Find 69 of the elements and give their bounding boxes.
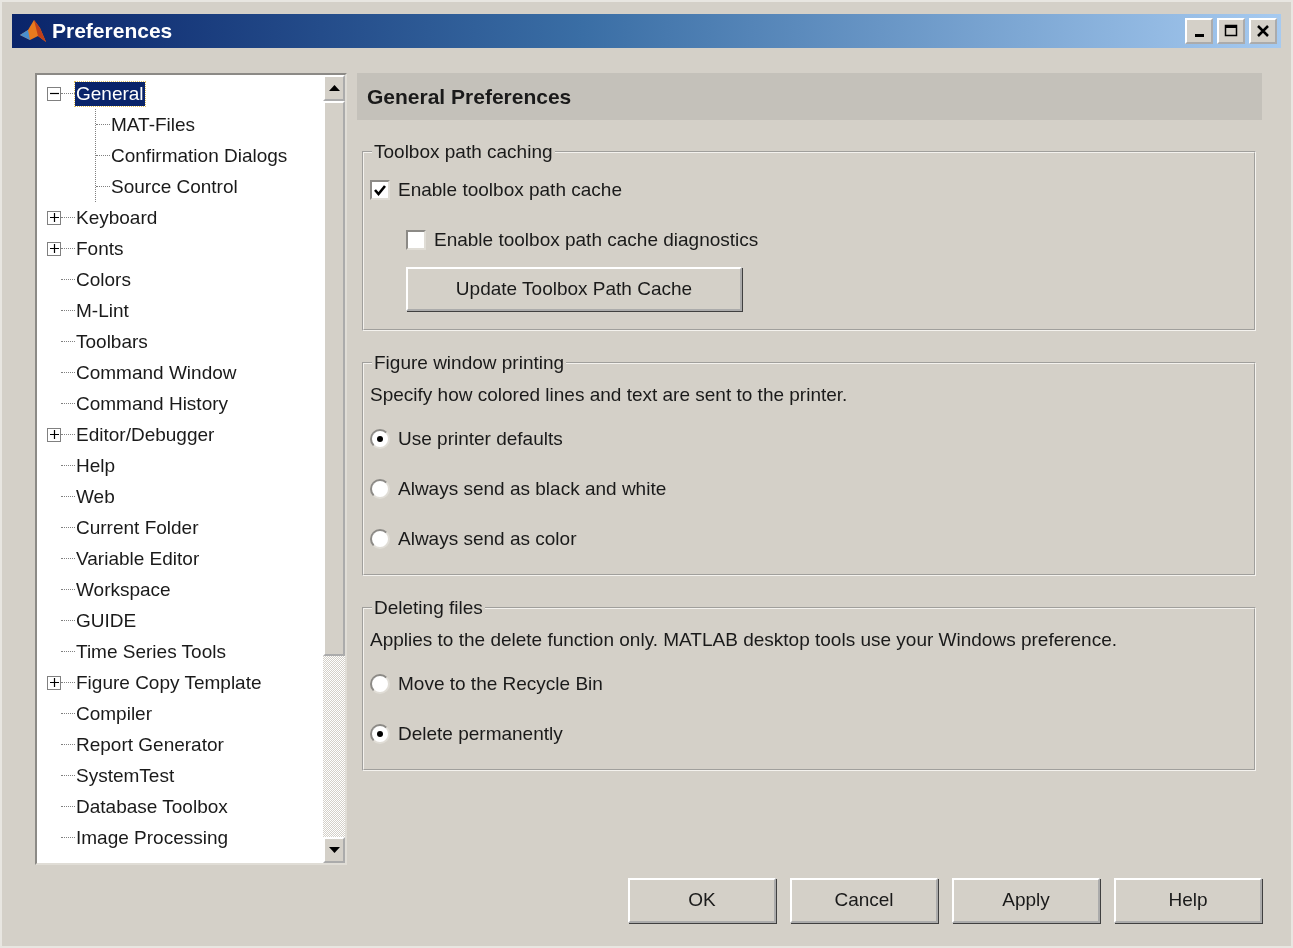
radio-label: Delete permanently (398, 721, 563, 746)
dialog-button[interactable]: Cancel (790, 878, 938, 923)
tree-item[interactable]: Image Processing (75, 825, 230, 850)
expander-icon[interactable] (47, 210, 61, 225)
tree-item[interactable]: Toolbars (75, 329, 149, 354)
group-title: Deleting files (373, 598, 484, 617)
close-button[interactable] (1249, 18, 1277, 44)
tree-item[interactable]: Report Generator (75, 732, 225, 757)
radio-label: Always send as black and white (398, 476, 667, 501)
tree-item[interactable]: Colors (75, 267, 132, 292)
down-arrow-icon (328, 847, 340, 853)
radio-label: Move to the Recycle Bin (398, 671, 603, 696)
radio-button[interactable] (370, 674, 390, 694)
tree-item[interactable]: Editor/Debugger (75, 422, 216, 447)
description-text: Applies to the delete function only. MATLAB desktop tools use your Windows preference. (370, 627, 1118, 652)
tree-item[interactable]: MAT-Files (110, 112, 197, 137)
tree-item[interactable]: M-Lint (75, 298, 130, 323)
group-title: Figure window printing (373, 353, 566, 372)
tree-item[interactable]: Web (75, 484, 116, 509)
minimize-button[interactable] (1185, 18, 1213, 44)
radio-label: Use printer defaults (398, 426, 563, 451)
dialog-button[interactable]: OK (628, 878, 776, 923)
tree-item[interactable]: Database Toolbox (75, 794, 229, 819)
radio-button[interactable] (370, 479, 390, 499)
maximize-icon (1224, 24, 1238, 38)
radio-button[interactable] (370, 724, 390, 744)
tree-item[interactable]: Help (75, 453, 117, 478)
tree-item[interactable]: Command Window (75, 360, 238, 385)
close-icon (1256, 24, 1270, 38)
maximize-button[interactable] (1217, 18, 1245, 44)
logo-icon (18, 18, 48, 44)
tree-item[interactable]: General (75, 81, 145, 106)
up-arrow-icon (328, 85, 340, 91)
radio-label: Always send as color (398, 526, 577, 551)
tree-item[interactable]: Compiler (75, 701, 154, 726)
dialog-button[interactable]: Apply (952, 878, 1100, 923)
minimize-icon (1193, 33, 1205, 37)
expander-icon[interactable] (47, 427, 61, 442)
tree-item[interactable]: SystemTest (75, 763, 176, 788)
tree-item[interactable]: Variable Editor (75, 546, 201, 571)
group-title: Toolbox path caching (373, 142, 554, 161)
tree-item[interactable]: Time Series Tools (75, 639, 227, 664)
scroll-up-button[interactable] (323, 75, 345, 101)
scrollbar-thumb[interactable] (323, 101, 345, 656)
tree-item[interactable]: Keyboard (75, 205, 159, 230)
description-text: Specify how colored lines and text are sent to the printer. (370, 382, 848, 407)
tree-item[interactable]: Figure Copy Template (75, 670, 263, 695)
update-cache-button[interactable]: Update Toolbox Path Cache (406, 267, 742, 311)
dialog-button[interactable]: Help (1114, 878, 1262, 923)
tree-item[interactable]: Source Control (110, 174, 239, 199)
panel-header: General Preferences (357, 73, 1262, 120)
window-title: Preferences (52, 18, 174, 45)
tree-item[interactable]: Command History (75, 391, 230, 416)
expander-icon[interactable] (47, 86, 61, 101)
checkbox[interactable] (406, 230, 426, 250)
radio-button[interactable] (370, 529, 390, 549)
tree-item[interactable]: Workspace (75, 577, 172, 602)
tree-item[interactable]: Confirmation Dialogs (110, 143, 289, 168)
tree-item[interactable]: GUIDE (75, 608, 138, 633)
tree-item[interactable]: Current Folder (75, 515, 200, 540)
expander-icon[interactable] (47, 241, 61, 256)
check-icon (374, 184, 386, 196)
checkbox[interactable] (370, 180, 390, 200)
scroll-down-button[interactable] (323, 837, 345, 863)
tree-item[interactable]: Fonts (75, 236, 125, 261)
expander-icon[interactable] (47, 675, 61, 690)
radio-button[interactable] (370, 429, 390, 449)
checkbox-label: Enable toolbox path cache diagnostics (434, 227, 759, 252)
checkbox-label: Enable toolbox path cache (398, 177, 622, 202)
